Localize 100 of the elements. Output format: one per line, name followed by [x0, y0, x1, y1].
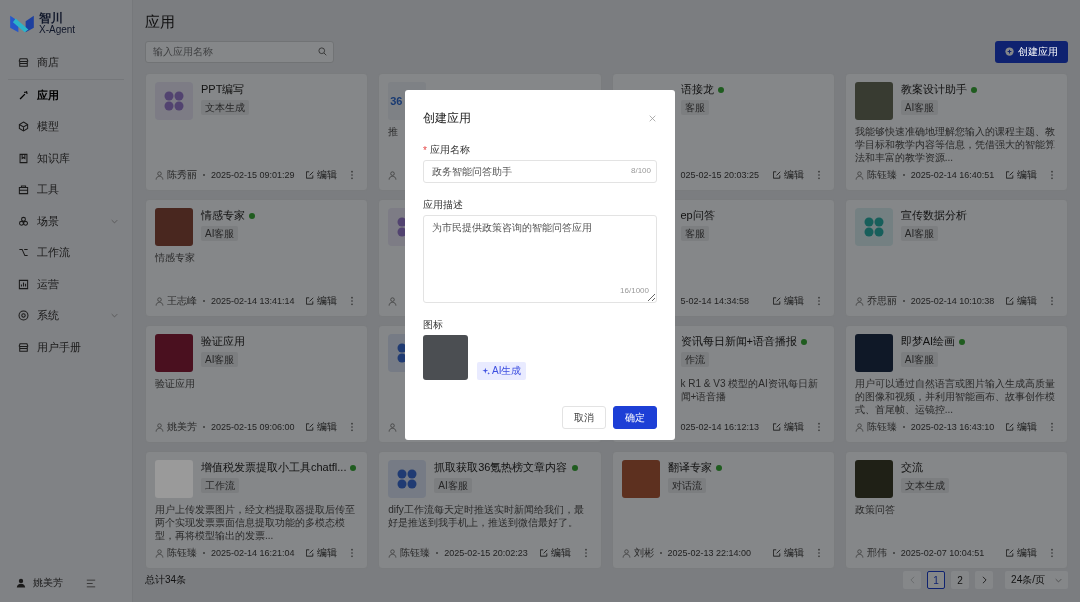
timestamp: 5-02-14 14:34:58 — [680, 296, 750, 307]
edit-button[interactable]: 编辑 — [306, 420, 338, 435]
create-app-button[interactable]: 创建应用 — [995, 40, 1068, 63]
edit-button[interactable]: 编辑 — [1006, 420, 1037, 435]
branch-icon — [18, 247, 29, 259]
app-card[interactable]: 验证应用 AI客服 验证应用 姚美芳 2025-02-15 09:06:00 编辑 — [145, 325, 369, 444]
edit-icon — [1006, 297, 1014, 306]
search-icon — [318, 47, 327, 57]
store-icon — [18, 341, 29, 353]
app-card[interactable]: 抓取获取36氪热榜文章内容 AI客服 dify工作流每天定时推送实时新闻给我们，最好是推送到我手机上，推送到微信最好了。 陈钰臻 2025-02-15 20:02:23 编辑 — [378, 451, 602, 570]
category-tag: 对话流 — [667, 478, 706, 494]
app-description: 用户可以通过自然语言或图片输入生成高质量的图像和视频，并利用智能画布、故事创作模式、首尾帧、运镜控... — [854, 377, 1056, 417]
more-icon[interactable] — [1050, 548, 1054, 559]
user-icon — [155, 171, 164, 180]
more-icon[interactable] — [816, 170, 821, 181]
nav-item[interactable]: 工作流 — [0, 237, 132, 269]
nav-item[interactable]: 知识库 — [0, 142, 132, 174]
edit-icon — [1006, 423, 1014, 432]
timestamp: 2025-02-13 22:14:00 — [667, 548, 752, 559]
cancel-button[interactable]: 取消 — [562, 406, 606, 429]
edit-button[interactable]: 编辑 — [772, 294, 804, 309]
nav-item[interactable]: 应用 — [0, 79, 132, 111]
edit-button[interactable]: 编辑 — [772, 546, 804, 561]
character-counter: 8/100 — [630, 166, 651, 175]
page-title: 应用 — [145, 12, 176, 32]
more-icon[interactable] — [816, 548, 821, 559]
app-card[interactable]: 即梦AI绘画 AI客服 用户可以通过自然语言或图片输入生成高质量的图像和视频，并利用智能画布、故事创作模式、首尾帧、运镜控... 陈钰臻 2025-02-13 16:43:10 编辑 — [844, 325, 1068, 444]
author-name: 姚美芳 — [167, 420, 197, 435]
more-icon[interactable] — [350, 170, 355, 181]
more-icon[interactable] — [1050, 296, 1054, 307]
app-card[interactable]: 情感专家 AI客服 情感专家 王志峰 2025-02-14 13:41:14 编辑 — [145, 199, 369, 318]
timestamp: 2025-02-14 16:21:04 — [211, 548, 295, 559]
edit-button[interactable]: 编辑 — [306, 168, 338, 183]
app-card[interactable]: 宣传数据分析 AI客服 乔思丽 2025-02-14 10:10:38 编辑 — [844, 199, 1068, 318]
category-tag: 工作流 — [201, 478, 239, 494]
edit-button[interactable]: 编辑 — [1006, 546, 1037, 561]
user-name: 姚美芳 — [33, 576, 63, 590]
character-counter: 16/1000 — [620, 286, 649, 295]
nav-item[interactable]: 系统 — [0, 300, 132, 332]
edit-icon — [1006, 171, 1014, 180]
category-tag: AI客服 — [900, 100, 939, 116]
nav-item[interactable]: 模型 — [0, 111, 132, 143]
ai-generate-button[interactable]: AI生成 — [477, 362, 527, 380]
target-icon — [18, 310, 29, 322]
page-size-select[interactable]: 24条/页 — [1005, 571, 1068, 590]
more-icon[interactable] — [816, 296, 821, 307]
edit-icon — [772, 423, 781, 432]
nav-item[interactable]: 用户手册 — [0, 331, 132, 363]
timestamp: 2025-02-13 16:43:10 — [910, 422, 995, 433]
brand-subtitle: X-Agent — [39, 24, 76, 36]
more-icon[interactable] — [350, 548, 355, 559]
edit-button[interactable]: 编辑 — [772, 420, 804, 435]
nav-item[interactable]: 场景 — [0, 205, 132, 237]
edit-icon — [1006, 549, 1014, 558]
confirm-button[interactable]: 确定 — [613, 406, 657, 429]
app-title: 教案设计助手 — [900, 82, 967, 98]
sparkle-icon — [482, 367, 490, 375]
more-icon[interactable] — [350, 422, 355, 433]
user-icon — [854, 297, 864, 306]
edit-button[interactable]: 编辑 — [539, 546, 571, 561]
author-name: 王志峰 — [167, 294, 197, 309]
app-description: dify工作流每天定时推送实时新闻给我们，最好是推送到我手机上，推送到微信最好了。 — [388, 503, 585, 530]
edit-button[interactable]: 编辑 — [1006, 168, 1037, 183]
nav-item[interactable]: 商店 — [0, 47, 132, 79]
edit-icon — [772, 297, 781, 306]
edit-button[interactable]: 编辑 — [306, 294, 338, 309]
app-title: 增值税发票提取小工具chatfl... — [201, 460, 347, 476]
timestamp: 2025-02-15 09:01:29 — [211, 170, 295, 181]
author-name: 乔思丽 — [866, 294, 897, 309]
app-card[interactable]: 翻译专家 对话流 刘彬 2025-02-13 22:14:00 编辑 — [611, 451, 835, 570]
app-card[interactable]: PPT编写 文本生成 陈秀丽 2025-02-15 09:01:29 编辑 — [145, 73, 369, 192]
search-field[interactable]: 输入应用名称 — [145, 40, 334, 63]
menu-icon[interactable] — [86, 578, 96, 588]
app-card[interactable]: 教案设计助手 AI客服 我能够快速准确地理解您输入的课程主题、教学目标和教学内容等信息，凭借强大的智能算法和丰富的教学资源... 陈钰臻 2025-02-14 16:40:51 编辑 — [844, 73, 1068, 192]
app-title: 抓取获取36氪热榜文章内容 — [434, 460, 568, 476]
nav-item[interactable]: 工具 — [0, 174, 132, 206]
timestamp: 2025-02-14 10:10:38 — [910, 296, 995, 307]
more-icon[interactable] — [583, 548, 588, 559]
wand-icon — [18, 89, 29, 101]
circles-icon — [18, 215, 29, 227]
user-icon — [155, 423, 164, 432]
more-icon[interactable] — [350, 296, 355, 307]
edit-button[interactable]: 编辑 — [772, 168, 804, 183]
app-description: 用户上传发票图片，经文档提取器提取后传至两个实现发票票面信息提取功能的多模态模型，再将模型输出的发票... — [155, 503, 356, 543]
page-button[interactable]: 1 — [927, 571, 946, 590]
more-icon[interactable] — [816, 422, 821, 433]
edit-button[interactable]: 编辑 — [1006, 294, 1037, 309]
edit-icon — [772, 171, 781, 180]
user-icon — [854, 171, 864, 180]
author-name: 陈钰臻 — [866, 420, 897, 435]
more-icon[interactable] — [1050, 422, 1054, 433]
page-button[interactable]: 2 — [951, 571, 970, 590]
more-icon[interactable] — [1050, 170, 1054, 181]
app-card[interactable]: 交流 文本生成 政策问答 邢伟 2025-02-07 10:04:51 编辑 — [844, 451, 1068, 570]
app-card[interactable]: 增值税发票提取小工具chatfl... 工作流 用户上传发票图片，经文档提取器提取后传至两个实现发票票面信息提取功能的多模态模型，再将模型输出的发票... 陈钰臻 2025-02-14 16:21:04 编辑 — [145, 451, 369, 570]
close-icon[interactable] — [649, 114, 656, 122]
edit-button[interactable]: 编辑 — [306, 546, 338, 561]
app-title: 翻译专家 — [667, 460, 712, 476]
app-description: k R1 & V3 模型的AI资讯每日新闻+语音播 — [680, 377, 819, 404]
nav-item[interactable]: 运营 — [0, 268, 132, 300]
